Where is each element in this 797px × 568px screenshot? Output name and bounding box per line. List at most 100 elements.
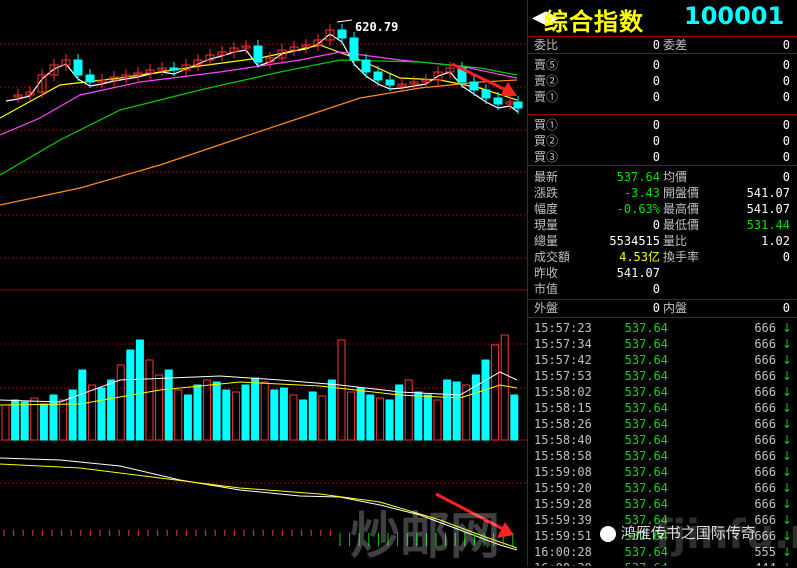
outer-value: 0 xyxy=(652,301,660,315)
volume-bar xyxy=(155,374,164,441)
volume-bar xyxy=(366,394,375,441)
tick-row[interactable]: 15:59:20 537.64 666 ↓ xyxy=(528,480,797,496)
ma120-line xyxy=(0,79,518,206)
volume-bar xyxy=(327,379,336,441)
candle-body xyxy=(337,29,347,39)
tick-volume: 666 xyxy=(754,481,776,495)
tick-row[interactable]: 15:58:40 537.64 666 ↓ xyxy=(528,432,797,448)
quote-row: 市值 0 xyxy=(534,282,660,296)
tick-row[interactable]: 16:00:30 537.64 444 ↓ xyxy=(528,560,797,566)
volume-bar xyxy=(279,387,288,441)
tick-row[interactable]: 15:57:42 537.64 666 ↓ xyxy=(528,352,797,368)
candle-body xyxy=(169,67,179,71)
tick-row[interactable]: 15:57:53 537.64 666 ↓ xyxy=(528,368,797,384)
outer-inner-row: 外盤 0 内盤 0 xyxy=(528,300,797,318)
down-arrow-icon: ↓ xyxy=(781,369,792,383)
tick-volume: 666 xyxy=(754,497,776,511)
tick-row[interactable]: 15:58:15 537.64 666 ↓ xyxy=(528,400,797,416)
tick-time: 15:57:53 xyxy=(534,369,592,383)
sell-row: 賣⑤ 0 0 xyxy=(534,58,790,72)
weicha-value: 0 xyxy=(782,38,790,52)
down-arrow-icon: ↓ xyxy=(781,465,792,479)
tick-row[interactable]: 15:57:23 537.64 666 ↓ xyxy=(528,320,797,336)
tick-price: 537.64 xyxy=(624,353,668,367)
candle-body xyxy=(73,59,83,76)
volume-bar xyxy=(356,387,365,441)
index-code: 100001 xyxy=(684,2,785,30)
volume-bar xyxy=(107,379,116,441)
tick-time: 15:59:20 xyxy=(534,481,592,495)
tick-row[interactable]: 15:58:58 537.64 666 ↓ xyxy=(528,448,797,464)
down-arrow-icon: ↓ xyxy=(781,449,792,463)
tick-time: 15:59:51 xyxy=(534,529,592,543)
volume-bar xyxy=(347,391,356,441)
watermark-url: fjinfu.net xyxy=(655,512,797,558)
down-arrow-icon: ↓ xyxy=(782,560,792,566)
buy-orders: 買① 0 0 買② 0 0 買③ 0 0 xyxy=(528,115,797,166)
buy-row: 買② 0 0 xyxy=(534,134,790,148)
volume-bar xyxy=(414,391,423,441)
panel-title: ◀▶ 综合指数 100001 xyxy=(528,0,797,37)
candlestick-chart[interactable]: 620.79 xyxy=(0,0,527,566)
volume-bar xyxy=(11,399,20,441)
volume-bar xyxy=(289,394,298,441)
tick-time: 16:00:28 xyxy=(534,545,592,559)
tick-row[interactable]: 15:59:08 537.64 666 ↓ xyxy=(528,464,797,480)
volume-bar xyxy=(385,399,394,441)
volume-bar xyxy=(433,399,442,441)
tick-volume: 666 xyxy=(754,401,776,415)
down-arrow-icon: ↓ xyxy=(781,353,792,367)
candle-body xyxy=(253,45,263,63)
tick-price: 537.64 xyxy=(625,560,668,566)
tick-volume: 666 xyxy=(754,465,776,479)
down-arrow-icon: ↓ xyxy=(781,321,792,335)
volume-bar xyxy=(193,384,202,441)
wechat-icon xyxy=(600,525,616,542)
tick-volume: 666 xyxy=(754,417,776,431)
volume-bar xyxy=(116,364,125,441)
tick-price: 537.64 xyxy=(624,385,668,399)
volume-bar xyxy=(443,379,452,441)
tick-row[interactable]: 15:57:34 537.64 666 ↓ xyxy=(528,336,797,352)
volume-bar xyxy=(375,397,384,441)
volume-bar xyxy=(241,384,250,441)
volume-bar xyxy=(203,379,212,441)
tick-row[interactable]: 15:58:26 537.64 666 ↓ xyxy=(528,416,797,432)
tick-volume: 666 xyxy=(754,337,776,351)
tick-volume: 666 xyxy=(754,449,776,463)
volume-bar xyxy=(260,381,269,441)
quote-row: 幅度 -0.63% 最高價 541.07 xyxy=(534,202,790,216)
volume-bar xyxy=(145,359,154,441)
sell-row: 賣① 0 0 xyxy=(534,90,790,104)
down-arrow-icon: ↓ xyxy=(781,417,792,431)
tick-row[interactable]: 15:59:28 537.64 666 ↓ xyxy=(528,496,797,512)
tick-price: 537.64 xyxy=(624,337,668,351)
tick-time: 16:00:30 xyxy=(534,560,592,566)
volume-bar xyxy=(135,339,144,441)
volume-bar xyxy=(164,369,173,441)
tick-row[interactable]: 15:58:02 537.64 666 ↓ xyxy=(528,384,797,400)
candle-body xyxy=(361,59,371,73)
tick-price: 537.64 xyxy=(624,465,668,479)
tick-volume: 444 xyxy=(754,560,776,566)
tick-volume: 666 xyxy=(754,369,776,383)
tick-time: 15:59:39 xyxy=(534,513,592,527)
tick-time: 15:58:58 xyxy=(534,449,592,463)
tick-price: 537.64 xyxy=(624,321,668,335)
tick-price: 537.64 xyxy=(624,369,668,383)
tick-price: 537.64 xyxy=(624,481,668,495)
volume-bar xyxy=(270,389,279,441)
down-arrow-icon: ↓ xyxy=(781,481,792,495)
tick-time: 15:59:28 xyxy=(534,497,592,511)
tick-time: 15:57:23 xyxy=(534,321,592,335)
volume-bar xyxy=(251,377,260,441)
candle-body xyxy=(85,74,95,83)
tick-price: 537.64 xyxy=(624,497,668,511)
candle-body xyxy=(385,79,395,86)
volume-bar xyxy=(222,389,231,441)
candle-body xyxy=(513,101,523,109)
sell-row: 賣② 0 0 xyxy=(534,74,790,88)
quote-row: 漲跌 -3.43 開盤價 541.07 xyxy=(534,186,790,200)
volume-bar xyxy=(308,391,317,441)
volume-bar xyxy=(423,394,432,441)
